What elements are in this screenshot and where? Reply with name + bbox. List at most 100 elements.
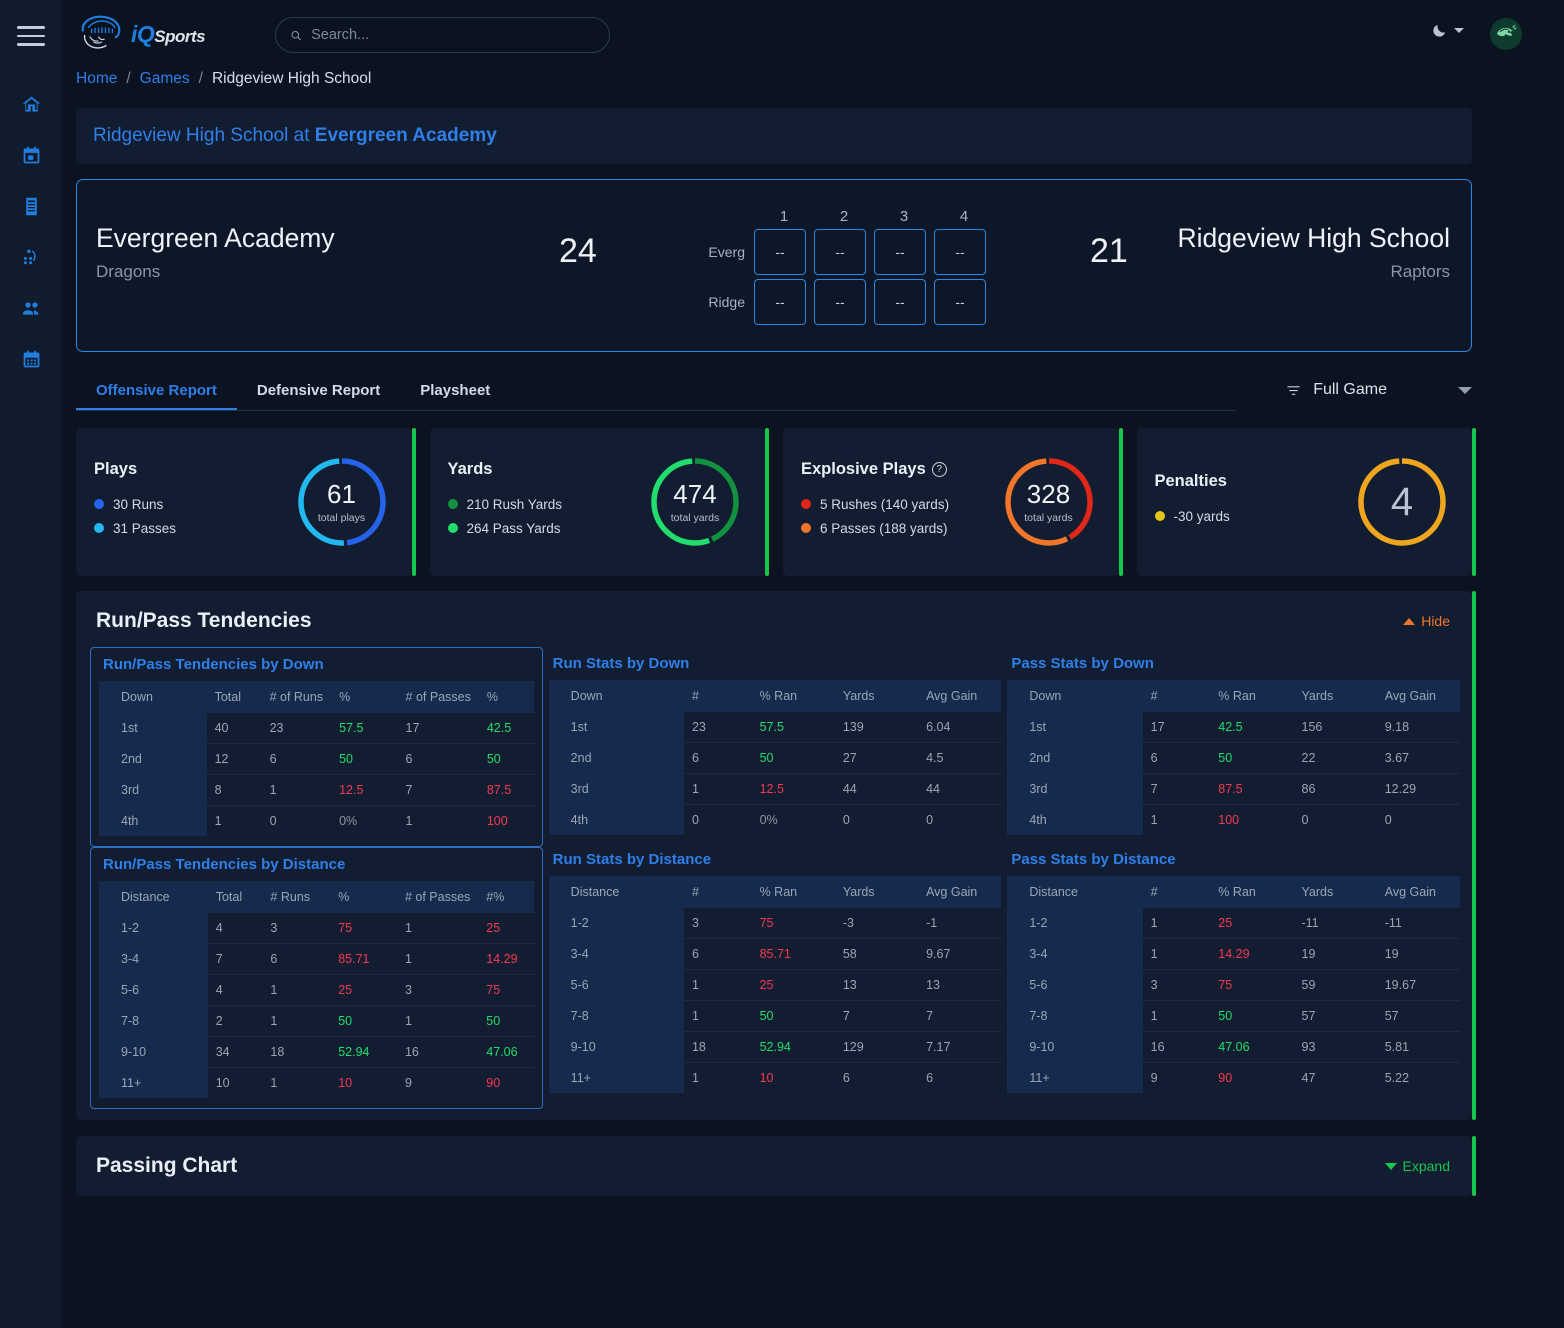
table-cell: 3.67 — [1376, 742, 1461, 774]
table-row[interactable]: 11+ 1 10 6 6 — [548, 1062, 1002, 1093]
sidebar-item-formations[interactable] — [18, 245, 44, 271]
donut-chart: 328 total yards — [1001, 454, 1097, 550]
table-cell: 18 — [262, 1036, 331, 1068]
quarter-score-cell[interactable]: -- — [814, 279, 866, 325]
table-row[interactable]: 5-6 3 75 59 19.67 — [1007, 969, 1461, 1001]
game-filter-dropdown[interactable]: Full Game — [1285, 381, 1472, 399]
quarter-number: 4 — [959, 208, 969, 225]
donut-center: 474 total yards — [647, 454, 743, 550]
table-row[interactable]: 3-4 1 14.29 19 19 — [1007, 938, 1461, 970]
table-row[interactable]: 7-8 2 1 50 1 50 — [99, 1005, 534, 1037]
table-row[interactable]: 4th 1 100 0 0 — [1007, 804, 1460, 835]
table-row[interactable]: 3rd 8 1 12.5 7 87.5 — [99, 774, 534, 806]
quarter-score-cell[interactable]: -- — [874, 279, 926, 325]
table-cell: 50 — [478, 1005, 534, 1037]
table-row[interactable]: 7-8 1 50 7 7 — [548, 1000, 1002, 1032]
table-row[interactable]: 1st 23 57.5 139 6.04 — [548, 712, 1002, 743]
stat-card-title-text: Penalties — [1154, 471, 1227, 490]
passing-chart-panel: Passing Chart Expand — [76, 1136, 1476, 1196]
sidebar-item-roster[interactable] — [18, 296, 44, 322]
table-row[interactable]: 5-6 4 1 25 3 75 — [99, 974, 534, 1006]
stat-card-penalties: Penalties -30 yards 4 — [1136, 428, 1476, 576]
table-cell: 47.06 — [1210, 1031, 1294, 1063]
quarter-score-cell[interactable]: -- — [934, 279, 986, 325]
table-row[interactable]: 1-2 4 3 75 1 25 — [99, 913, 534, 944]
search-bar[interactable] — [275, 17, 610, 53]
sidebar-item-calendar[interactable] — [18, 143, 44, 169]
quarter-score-cell[interactable]: -- — [754, 279, 806, 325]
breadcrumb-games[interactable]: Games — [140, 70, 190, 88]
legend-item: 264 Pass Yards — [447, 521, 648, 536]
tab-playsheet[interactable]: Playsheet — [400, 373, 510, 410]
table-cell: 7-8 — [548, 1000, 684, 1032]
table-row[interactable]: 1-2 1 25 -11 -11 — [1007, 908, 1461, 939]
data-table: Down #% Ran Yards Avg Gain 1st 23 57.5 139 6.04 2… — [548, 680, 1002, 835]
table-row[interactable]: 2nd 6 50 27 4.5 — [548, 742, 1002, 774]
legend-label: 210 Rush Yards — [466, 496, 563, 512]
quarter-row-label: Everg — [708, 244, 745, 260]
help-icon[interactable]: ? — [931, 461, 947, 477]
home-team-name: Evergreen Academy — [96, 223, 335, 253]
data-table: Down Total # of Runs% # of Passes% 1st 40 23 57… — [99, 681, 534, 836]
table-row[interactable]: 1st 40 23 57.5 17 42.5 — [99, 713, 534, 744]
table-cell: 9 — [404, 1076, 412, 1090]
hide-tendencies-button[interactable]: Hide — [1403, 613, 1450, 629]
table-row[interactable]: 4th 1 0 0% 1 100 — [99, 805, 534, 836]
column-header: % — [330, 881, 397, 913]
expand-passing-chart-button[interactable]: Expand — [1384, 1158, 1450, 1174]
column-header: # — [1142, 876, 1211, 908]
tab-defensive-report[interactable]: Defensive Report — [237, 373, 400, 410]
hamburger-menu-icon[interactable] — [17, 26, 45, 46]
table-row[interactable]: 3rd 1 12.5 44 44 — [548, 773, 1002, 805]
table-cell: 1 — [683, 773, 752, 805]
theme-toggle[interactable] — [1431, 22, 1464, 39]
table-row[interactable]: 9-10 34 18 52.94 16 47.06 — [99, 1036, 534, 1068]
table-row[interactable]: 1-2 3 75 -3 -1 — [548, 908, 1002, 939]
quarter-score-cell[interactable]: -- — [874, 229, 926, 275]
table-title: Pass Stats by Down — [1011, 655, 1154, 672]
quarter-score-cell[interactable]: -- — [934, 229, 986, 275]
table-row[interactable]: 3-4 6 85.71 58 9.67 — [548, 938, 1002, 970]
quarter-score-cell[interactable]: -- — [814, 229, 866, 275]
tab-offensive-report[interactable]: Offensive Report — [76, 373, 237, 410]
table-row[interactable]: 9-10 16 47.06 93 5.81 — [1007, 1031, 1461, 1063]
run-pass-tendencies-panel: Run/Pass Tendencies Hide Run/Pass Tenden… — [76, 591, 1476, 1120]
table-row[interactable]: 11+ 9 90 47 5.22 — [1007, 1062, 1460, 1093]
table-cell: 90 — [1218, 1071, 1233, 1085]
sidebar-item-home[interactable] — [18, 92, 44, 118]
app-logo[interactable]: iQSports — [76, 12, 206, 56]
table-row[interactable]: 2nd 6 50 22 3.67 — [1007, 742, 1461, 774]
avatar[interactable] — [1490, 18, 1522, 50]
table-row[interactable]: 5-6 1 25 13 13 — [548, 969, 1002, 1001]
legend-color-dot — [1154, 511, 1165, 521]
table-cell: 13 — [834, 969, 919, 1001]
table-row[interactable]: 9-10 18 52.94 129 7.17 — [548, 1031, 1002, 1063]
stat-card-legend: -30 yards — [1154, 509, 1355, 524]
table-row[interactable]: 2nd 12 6 50 6 50 — [99, 743, 534, 775]
table-cell: 1 — [270, 1076, 278, 1090]
sidebar-item-reports[interactable] — [18, 194, 44, 220]
table-row[interactable]: 3-4 7 6 85.71 1 14.29 — [99, 943, 534, 975]
table-header-row: Distance Total # Runs% # of Passes #% — [99, 881, 534, 913]
table-cell: 1 — [396, 1005, 479, 1037]
table-cell: 0 — [1301, 813, 1309, 827]
table-row[interactable]: 4th 0 0% 0 0 — [548, 804, 1002, 835]
sidebar-item-schedule[interactable] — [18, 347, 44, 373]
quarter-score-cell[interactable]: -- — [754, 229, 806, 275]
breadcrumb-home[interactable]: Home — [76, 70, 117, 88]
table-row[interactable]: 7-8 1 50 57 57 — [1007, 1000, 1461, 1032]
table-cell: 1 — [262, 974, 331, 1006]
table-cell: 52.94 — [751, 1031, 835, 1063]
search-input[interactable] — [311, 27, 595, 43]
table-header-row: Down #% Ran Yards Avg Gain — [1007, 680, 1461, 712]
table-cell: 12.5 — [331, 774, 398, 806]
table-row[interactable]: 3rd 7 87.5 86 12.29 — [1007, 773, 1461, 805]
table-row[interactable]: 1st 17 42.5 156 9.18 — [1007, 712, 1461, 743]
tendencies-tables-grid: Run/Pass Tendencies by Down Down Total # of… — [90, 647, 1461, 1109]
table-cell: 1st — [548, 712, 684, 743]
table-cell: 3 — [396, 974, 479, 1006]
table-row[interactable]: 11+ 10 1 10 9 90 — [99, 1067, 534, 1098]
table-header-row: Distance #% Ran Yards Avg Gain — [548, 876, 1002, 908]
home-team-mascot: Dragons — [96, 262, 161, 281]
table-cell: 19 — [1376, 938, 1461, 970]
